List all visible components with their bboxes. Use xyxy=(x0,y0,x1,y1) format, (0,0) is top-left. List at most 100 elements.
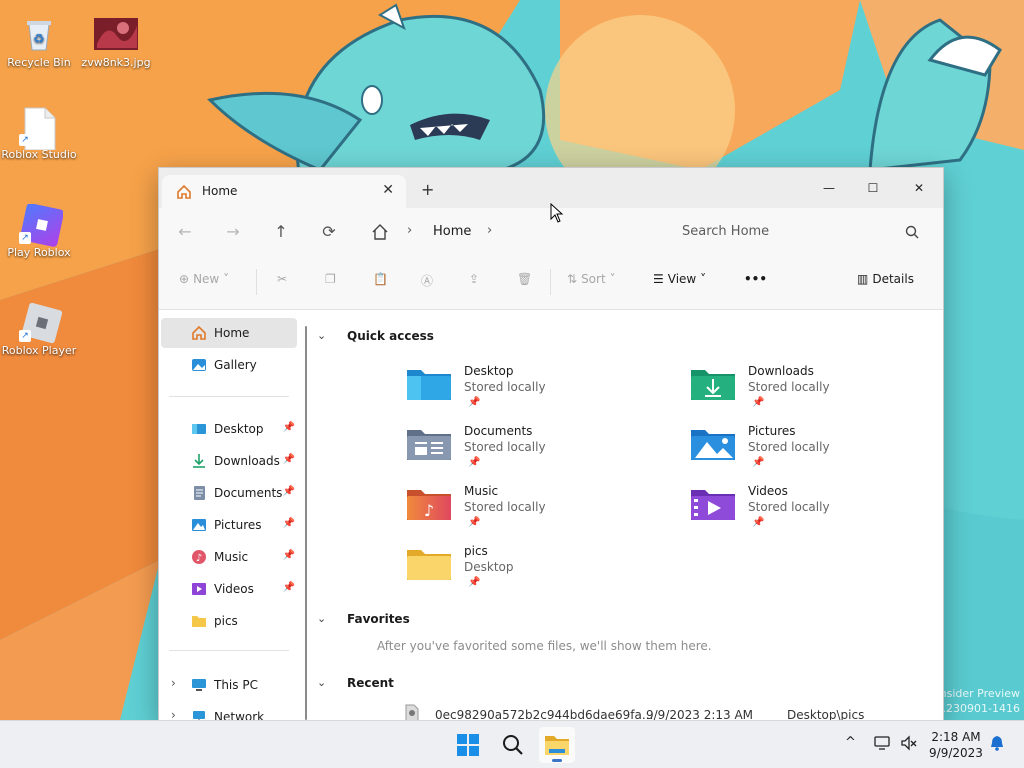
file-explorer-taskbar-button[interactable] xyxy=(539,727,575,763)
pin-icon[interactable]: 📌 xyxy=(283,454,295,465)
more-options-button[interactable]: ••• xyxy=(744,272,767,292)
quick-access-header[interactable]: ⌄ Quick access xyxy=(317,329,434,343)
sidebar-item-downloads[interactable]: Downloads 📌 xyxy=(161,446,297,476)
view-label: View xyxy=(667,272,697,286)
details-pane-icon: ▥ xyxy=(857,272,869,286)
quick-access-videos[interactable]: Videos Stored locally 📌 xyxy=(691,484,941,536)
delete-button[interactable]: 🗑 xyxy=(517,272,532,292)
folder-location: Stored locally xyxy=(748,500,830,514)
chevron-right-icon[interactable]: › xyxy=(171,676,176,690)
folder-name: pics xyxy=(464,544,488,558)
maximize-button[interactable]: ☐ xyxy=(851,174,895,202)
up-button[interactable]: ↑ xyxy=(269,220,293,244)
sidebar-item-this-pc[interactable]: › This PC xyxy=(161,670,297,700)
chevron-right-icon[interactable]: › xyxy=(487,223,492,238)
music-icon: ♪ xyxy=(191,549,207,565)
pin-icon[interactable]: 📌 xyxy=(283,518,295,529)
sidebar-item-home[interactable]: Home xyxy=(161,318,297,348)
close-window-button[interactable]: ✕ xyxy=(897,174,941,202)
pictures-folder-icon xyxy=(691,426,735,462)
pin-icon[interactable]: 📌 xyxy=(283,550,295,561)
search-input[interactable]: Search Home xyxy=(669,217,931,247)
roblox-play-icon: ↗ xyxy=(19,203,64,247)
minimize-button[interactable]: — xyxy=(807,174,851,202)
folder-location: Stored locally xyxy=(748,380,830,394)
recycle-bin-desktop-icon[interactable]: ♻ Recycle Bin xyxy=(1,14,77,69)
sidebar-item-desktop[interactable]: Desktop 📌 xyxy=(161,414,297,444)
home-icon[interactable] xyxy=(371,223,389,244)
favorites-empty-note: After you've favorited some files, we'll… xyxy=(377,639,712,653)
sidebar-item-documents[interactable]: Documents 📌 xyxy=(161,478,297,508)
sidebar-item-label: Videos xyxy=(214,582,254,596)
computer-icon xyxy=(191,677,207,693)
quick-access-music[interactable]: ♪ Music Stored locally 📌 xyxy=(407,484,657,536)
quick-access-downloads[interactable]: Downloads Stored locally 📌 xyxy=(691,364,941,416)
paste-button[interactable]: 📋 xyxy=(373,272,388,292)
folder-location: Stored locally xyxy=(464,440,546,454)
sidebar-divider xyxy=(169,396,289,397)
quick-access-documents[interactable]: Documents Stored locally 📌 xyxy=(407,424,657,476)
system-clock[interactable]: 2:18 AM 9/9/2023 xyxy=(928,729,984,761)
shortcut-arrow-icon: ↗ xyxy=(19,232,31,244)
quick-access-pics[interactable]: pics Desktop 📌 xyxy=(407,544,657,596)
folder-name: Desktop xyxy=(464,364,514,378)
sidebar-scrollbar[interactable] xyxy=(305,326,307,720)
svg-text:♻: ♻ xyxy=(33,32,45,47)
back-button[interactable]: ← xyxy=(173,220,197,244)
search-button[interactable] xyxy=(495,727,531,763)
tab-home[interactable]: Home ✕ xyxy=(162,175,406,208)
desktop-icon-label: Recycle Bin xyxy=(7,56,71,69)
chevron-down-icon[interactable]: ⌄ xyxy=(317,329,326,342)
close-tab-button[interactable]: ✕ xyxy=(382,182,394,198)
network-status-icon[interactable] xyxy=(874,735,892,755)
refresh-button[interactable]: ⟳ xyxy=(317,220,341,244)
breadcrumb[interactable]: › Home › xyxy=(361,217,657,247)
sort-button[interactable]: ⇅ Sort ˅ xyxy=(567,272,616,292)
quick-access-desktop[interactable]: Desktop Stored locally 📌 xyxy=(407,364,657,416)
notification-bell-icon[interactable] xyxy=(990,735,1004,755)
documents-icon xyxy=(191,485,207,501)
roblox-player-desktop-icon[interactable]: ↗ Roblox Player xyxy=(1,302,77,357)
sidebar-item-pics[interactable]: pics xyxy=(161,606,297,636)
chevron-up-icon[interactable]: ^ xyxy=(845,735,856,750)
folder-name: Documents xyxy=(464,424,533,438)
pin-icon[interactable]: 📌 xyxy=(283,486,295,497)
chevron-down-icon[interactable]: ⌄ xyxy=(317,612,326,625)
new-label: New xyxy=(193,272,220,286)
sidebar-item-music[interactable]: ♪ Music 📌 xyxy=(161,542,297,572)
share-button[interactable]: ⇪ xyxy=(469,272,479,292)
shortcut-arrow-icon: ↗ xyxy=(19,330,31,342)
pin-icon: 📌 xyxy=(468,397,481,408)
pin-icon[interactable]: 📌 xyxy=(283,582,295,593)
breadcrumb-home[interactable]: Home xyxy=(433,224,471,239)
sidebar-item-pictures[interactable]: Pictures 📌 xyxy=(161,510,297,540)
details-pane-button[interactable]: ▥ Details xyxy=(857,272,914,292)
forward-button[interactable]: → xyxy=(221,220,245,244)
title-bar[interactable]: Home ✕ + — ☐ ✕ xyxy=(159,168,943,208)
new-button[interactable]: ⊕ New ˅ xyxy=(179,272,229,292)
pin-icon[interactable]: 📌 xyxy=(283,422,295,433)
mouse-cursor-icon xyxy=(550,203,564,223)
cut-button[interactable]: ✂ xyxy=(277,272,287,292)
taskbar: ^ 2:18 AM 9/9/2023 xyxy=(0,720,1024,768)
roblox-player-icon: ↗ xyxy=(19,302,63,344)
start-button[interactable] xyxy=(450,727,486,763)
view-button[interactable]: ☰ View ˅ xyxy=(653,272,706,292)
roblox-studio-desktop-icon[interactable]: ↗ Roblox Studio xyxy=(1,106,77,161)
sidebar-item-videos[interactable]: Videos 📌 xyxy=(161,574,297,604)
play-roblox-desktop-icon[interactable]: ↗ Play Roblox xyxy=(1,203,77,259)
chevron-right-icon[interactable]: › xyxy=(407,223,412,238)
sidebar-item-network[interactable]: › Network xyxy=(161,702,297,721)
favorites-header[interactable]: ⌄ Favorites xyxy=(317,612,410,626)
quick-access-pictures[interactable]: Pictures Stored locally 📌 xyxy=(691,424,941,476)
pin-icon: 📌 xyxy=(468,517,481,528)
rename-button[interactable]: Ⓐ xyxy=(421,272,433,292)
sidebar-item-gallery[interactable]: Gallery xyxy=(161,350,297,380)
desktop-icon-label: zvw8nk3.jpg xyxy=(81,56,151,69)
copy-button[interactable]: ❐ xyxy=(325,272,336,292)
recent-header[interactable]: ⌄ Recent xyxy=(317,676,394,690)
new-tab-button[interactable]: + xyxy=(421,180,434,199)
chevron-down-icon[interactable]: ⌄ xyxy=(317,676,326,689)
volume-muted-icon[interactable] xyxy=(900,735,918,755)
image-file-desktop-icon[interactable]: zvw8nk3.jpg xyxy=(78,14,154,69)
